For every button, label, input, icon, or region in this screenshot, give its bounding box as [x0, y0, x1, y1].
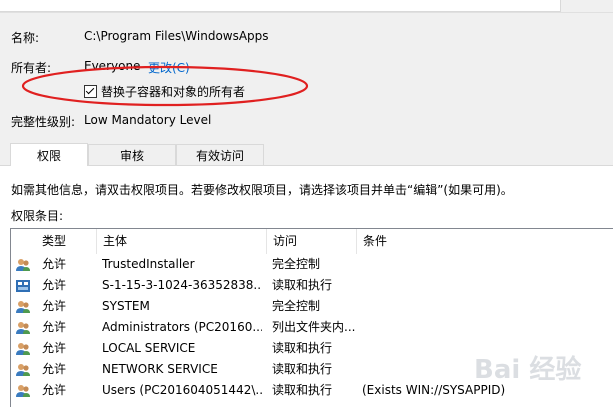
row-principal: TrustedInstaller: [102, 257, 195, 271]
column-header-condition[interactable]: 条件: [357, 229, 613, 254]
row-principal: LOCAL SERVICE: [102, 341, 196, 355]
column-header-type[interactable]: 类型: [36, 229, 97, 254]
row-type: 允许: [42, 257, 67, 271]
users-icon: [16, 385, 30, 397]
row-access: 完全控制: [272, 299, 321, 313]
row-condition: [362, 296, 612, 317]
replace-owner-checkbox[interactable]: [84, 85, 97, 98]
table-row[interactable]: 允许 TrustedInstaller 完全控制: [11, 254, 613, 275]
row-access: 完全控制: [272, 257, 321, 271]
integrity-label: 完整性级别:: [11, 115, 76, 129]
users-icon: [16, 301, 30, 313]
name-label: 名称:: [11, 31, 40, 45]
tab-effective-access-label: 有效访问: [195, 148, 244, 163]
users-icon: [16, 322, 30, 334]
column-header-principal[interactable]: 主体: [97, 229, 267, 254]
row-access: 读取和执行: [272, 341, 333, 355]
users-icon: [16, 343, 30, 355]
top-edge: [0, 0, 613, 13]
row-principal: Users (PC201604051442\...: [102, 383, 262, 397]
entries-label: 权限条目:: [11, 209, 64, 223]
table-row[interactable]: 允许 Administrators (PC20160... 列出文件夹内...: [11, 317, 613, 338]
row-type: 允许: [42, 278, 67, 292]
baidu-watermark-logo: Bai 经验: [474, 354, 581, 385]
row-access: 读取和执行: [272, 383, 333, 397]
row-type: 允许: [42, 362, 67, 376]
row-principal: Administrators (PC20160...: [102, 320, 262, 334]
row-access: 读取和执行: [272, 362, 333, 376]
info-text: 如需其他信息，请双击权限项目。若要修改权限项目，请选择该项目并单击“编辑”(如果…: [11, 183, 513, 197]
top-panel-edge: [0, 0, 561, 12]
row-type: 允许: [42, 383, 67, 397]
app-package-icon: [16, 280, 30, 292]
table-row[interactable]: 允许 S-1-15-3-1024-36352838... 读取和执行: [11, 275, 613, 296]
integrity-value: Low Mandatory Level: [84, 113, 212, 127]
replace-owner-checkbox-row[interactable]: 替换子容器和对象的所有者: [84, 83, 245, 100]
row-type: 允许: [42, 320, 67, 334]
tab-auditing-label: 审核: [119, 148, 144, 163]
row-condition: [362, 254, 612, 275]
replace-owner-label: 替换子容器和对象的所有者: [101, 85, 246, 99]
row-principal: S-1-15-3-1024-36352838...: [102, 278, 262, 292]
tab-permissions-label: 权限: [36, 148, 61, 163]
row-principal: SYSTEM: [102, 299, 150, 313]
users-icon: [16, 259, 30, 271]
row-type: 允许: [42, 299, 67, 313]
users-icon: [16, 364, 30, 376]
table-row[interactable]: 允许 SYSTEM 完全控制: [11, 296, 613, 317]
tab-effective-access[interactable]: 有效访问: [176, 144, 264, 165]
column-header-access[interactable]: 访问: [267, 229, 357, 254]
watermark-text: Bai 经验: [474, 354, 581, 385]
row-type: 允许: [42, 341, 67, 355]
row-principal: NETWORK SERVICE: [102, 362, 218, 376]
row-access: 列出文件夹内...: [272, 320, 356, 334]
name-value: C:\Program Files\WindowsApps: [84, 29, 269, 43]
row-condition: [362, 275, 612, 296]
tab-permissions[interactable]: 权限: [10, 143, 88, 166]
row-access: 读取和执行: [272, 278, 333, 292]
row-condition: [362, 317, 612, 338]
list-header: 类型 主体 访问 条件: [11, 229, 613, 254]
tab-auditing[interactable]: 审核: [88, 144, 176, 165]
